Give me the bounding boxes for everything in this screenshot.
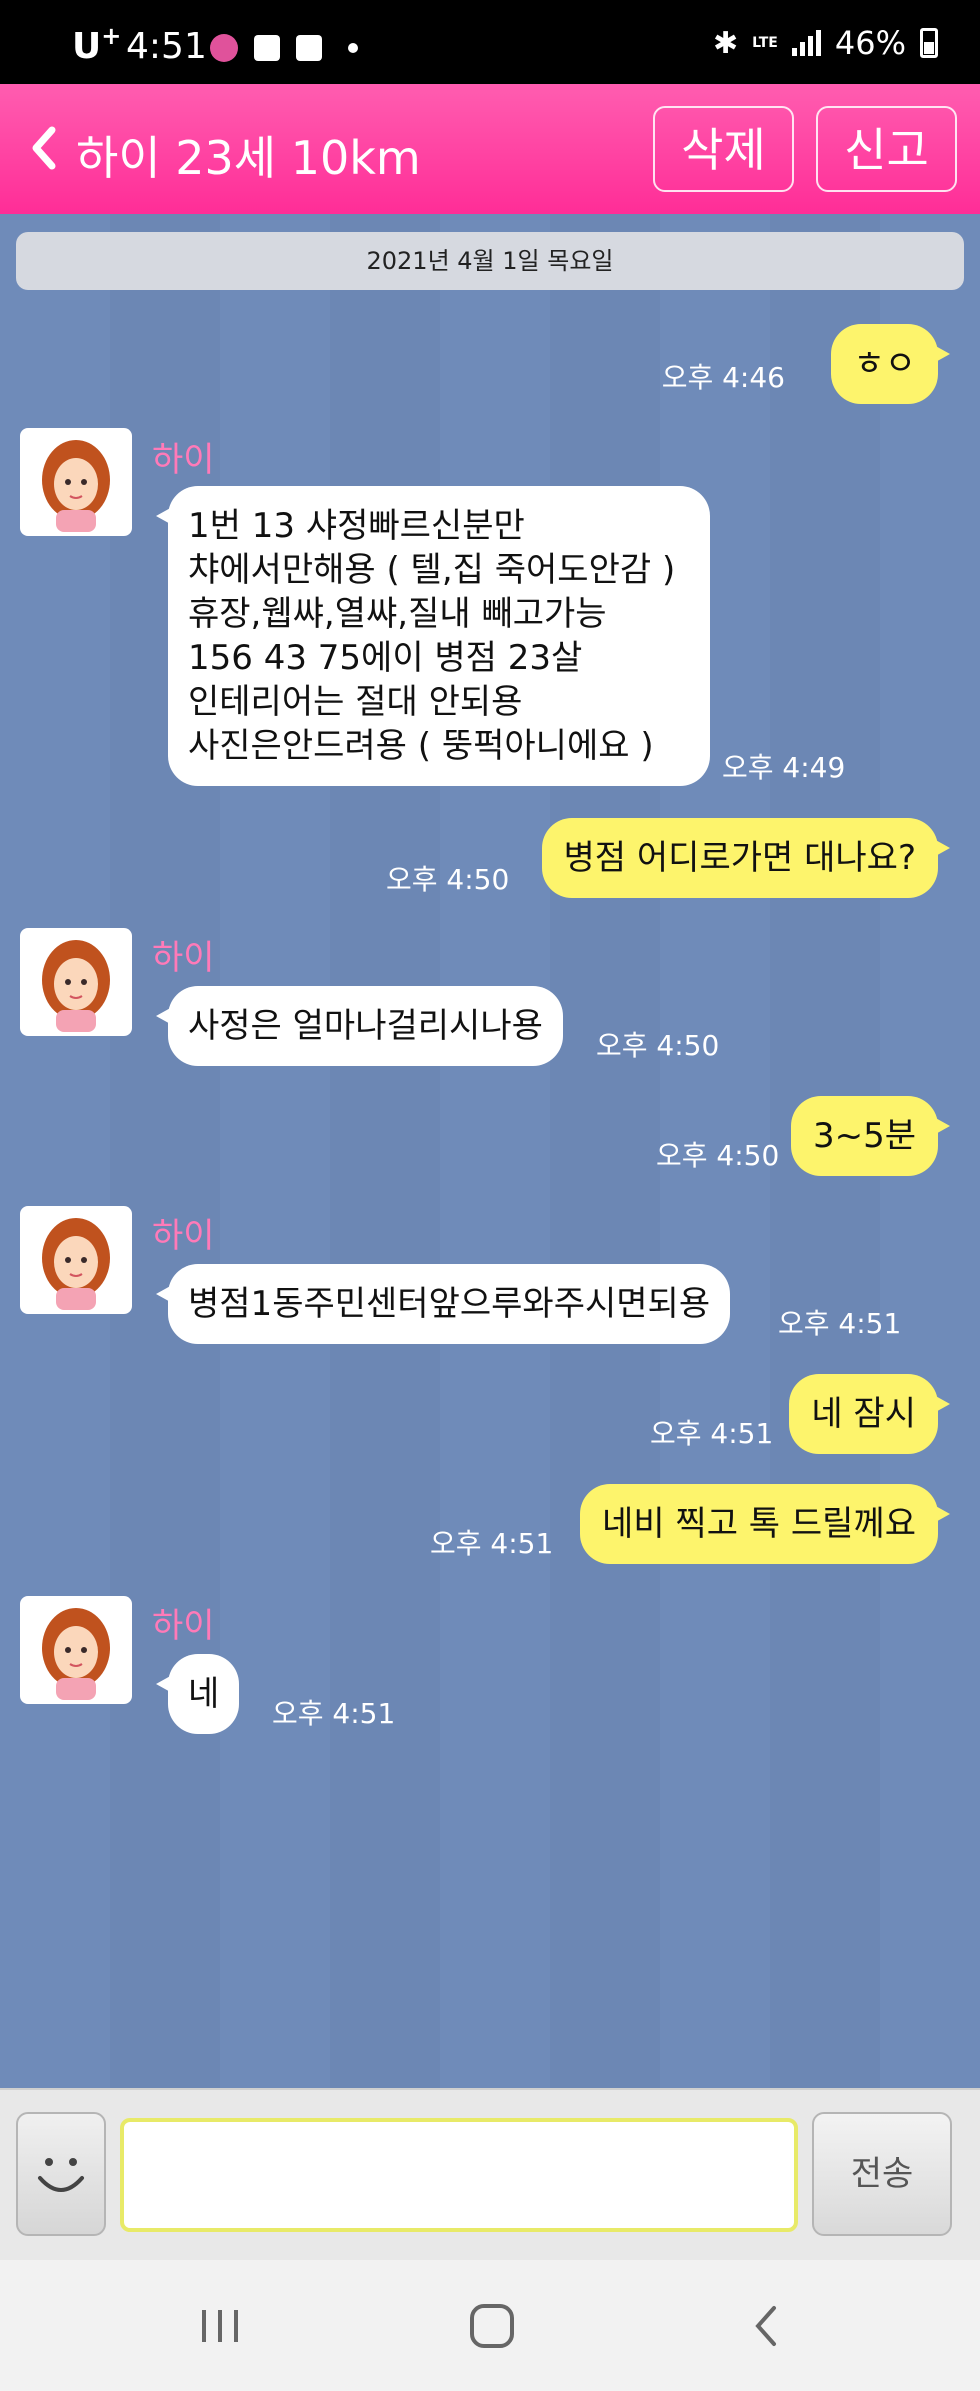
notification-badge-icon: [210, 34, 238, 62]
status-time: 4:51: [126, 26, 207, 67]
chat-title: 하이 23세 10km: [76, 131, 421, 185]
message-time: 오후 4:46: [661, 361, 785, 394]
signal-icon: [791, 30, 821, 56]
message-time: 오후 4:51: [650, 1417, 774, 1450]
sender-name: 하이: [152, 938, 215, 978]
incoming-message[interactable]: 병점1동주민센터앞으루와주시면되용: [155, 1264, 731, 1344]
navigation-bar: [0, 2260, 980, 2391]
date-divider: 2021년 4월 1일 목요일: [16, 232, 964, 290]
incoming-message[interactable]: 사정은 얼마나걸리시나용: [156, 986, 563, 1066]
outgoing-message[interactable]: 네 잠시: [789, 1374, 950, 1454]
avatar[interactable]: [20, 428, 132, 536]
image-icon: [254, 35, 280, 61]
delete-button[interactable]: 삭제: [653, 106, 794, 192]
back-nav-icon[interactable]: [738, 2296, 798, 2356]
home-icon[interactable]: [462, 2296, 522, 2356]
outgoing-message[interactable]: 병점 어디로가면 대나요?: [541, 818, 951, 898]
avatar[interactable]: [20, 928, 132, 1036]
note-icon: [296, 35, 322, 61]
message-time: 오후 4:49: [722, 751, 846, 784]
smiley-icon: [38, 2158, 84, 2192]
outgoing-message[interactable]: 3~5분: [790, 1096, 951, 1176]
input-bar: 전송: [0, 2088, 980, 2260]
message-time: 오후 4:50: [596, 1029, 720, 1062]
carrier-label: U+: [72, 22, 122, 67]
avatar[interactable]: [20, 1596, 132, 1704]
emoji-button[interactable]: [16, 2112, 106, 2236]
outgoing-message[interactable]: ㅎㅇ: [831, 324, 950, 404]
incoming-message[interactable]: 네: [155, 1654, 240, 1734]
message-input[interactable]: [120, 2118, 798, 2232]
battery-percent: 46%: [834, 24, 906, 62]
sender-name: 하이: [152, 440, 215, 480]
chat-area[interactable]: 2021년 4월 1일 목요일 ㅎㅇ 오후 4:46 하이 1번 13 샤정빠르…: [0, 214, 980, 2088]
message-time: 오후 4:51: [430, 1527, 554, 1560]
recent-apps-icon[interactable]: [190, 2296, 250, 2356]
dot-icon: [348, 43, 358, 53]
message-time: 오후 4:51: [272, 1697, 396, 1730]
sender-name: 하이: [152, 1606, 215, 1646]
incoming-message[interactable]: 1번 13 샤정빠르신분만 챠에서만해용 ( 텔,집 죽어도안감 ) 휴장,웹쌰…: [156, 486, 710, 786]
message-time: 오후 4:50: [656, 1139, 780, 1172]
message-time: 오후 4:51: [778, 1307, 902, 1340]
send-button[interactable]: 전송: [812, 2112, 952, 2236]
report-button[interactable]: 신고: [816, 106, 957, 192]
sender-name: 하이: [152, 1216, 215, 1256]
chat-header: 하이 23세 10km 삭제 신고: [0, 84, 980, 214]
message-time: 오후 4:50: [386, 863, 510, 896]
outgoing-message[interactable]: 네비 찍고 톡 드릴께요: [580, 1484, 950, 1564]
back-icon[interactable]: [22, 120, 72, 176]
avatar[interactable]: [20, 1206, 132, 1314]
battery-icon: [920, 28, 938, 58]
lte-label: LTE: [752, 35, 778, 51]
status-bar: U+ 4:51 ✱ LTE 46%: [0, 0, 980, 84]
bluetooth-icon: ✱: [713, 25, 739, 61]
